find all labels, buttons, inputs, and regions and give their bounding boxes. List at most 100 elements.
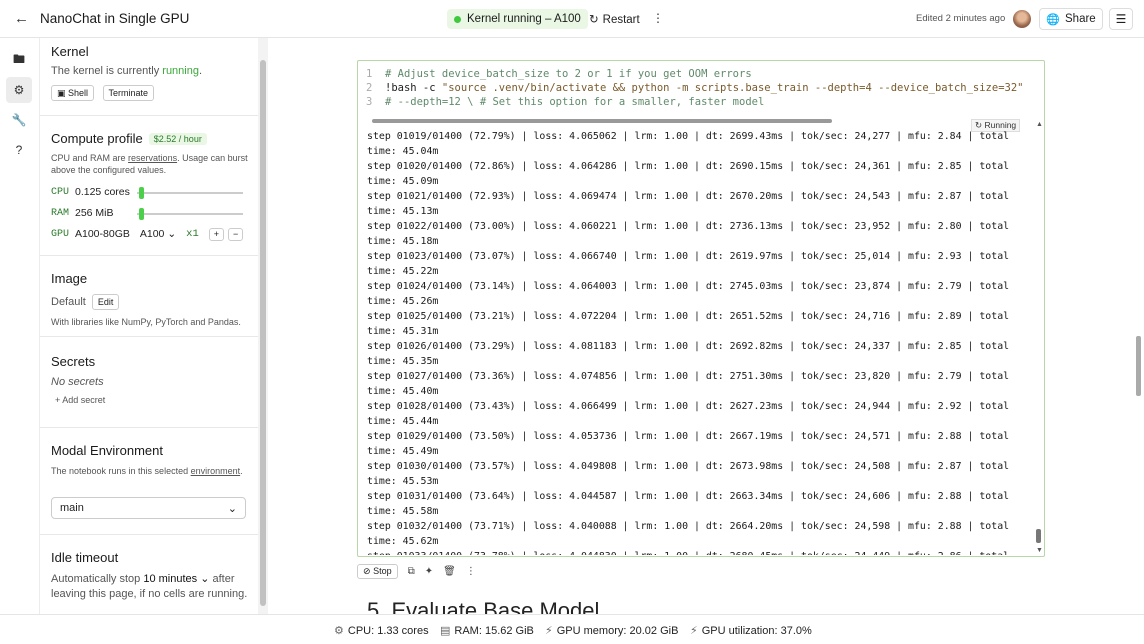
output-line: time: 45.35m	[367, 356, 439, 367]
output-line: step 01031/01400 (73.64%) | loss: 4.0445…	[367, 491, 1010, 502]
image-edit-button[interactable]: Edit	[91, 294, 120, 310]
back-arrow-icon[interactable]: ←	[14, 10, 29, 27]
environment-select[interactable]: main ⌄	[51, 497, 246, 519]
gpu-row: GPU A100-80GB A100 ⌄ x1 + −	[51, 227, 244, 241]
code-line-3: # --depth=12 \ # Set this option for a s…	[385, 96, 765, 108]
image-section: Image Default Edit With libraries like N…	[51, 271, 251, 328]
section-heading: 5. Evaluate Base Model	[367, 598, 600, 614]
output-line: time: 45.18m	[367, 236, 439, 247]
reservations-link[interactable]: reservations	[128, 153, 177, 163]
environment-section: Modal Environment The notebook runs in t…	[51, 443, 251, 477]
idle-timeout-select[interactable]: 10 minutes ⌄	[143, 573, 209, 585]
shell-button[interactable]: ▣ Shell	[51, 85, 95, 101]
status-gpu-memory: ⚡ GPU memory: 20.02 GiB	[545, 625, 679, 637]
output-line: time: 45.09m	[367, 176, 439, 187]
chevron-down-icon: ⌄	[167, 228, 177, 240]
copy-icon[interactable]: ⧉	[408, 566, 415, 577]
code-horizontal-scrollbar-thumb[interactable]	[372, 119, 832, 123]
code-editor[interactable]: 1 # Adjust device_batch_size to 2 or 1 i…	[358, 61, 1044, 117]
idle-heading: Idle timeout	[51, 550, 119, 565]
wrench-icon[interactable]: 🔧	[6, 107, 32, 133]
sparkle-icon[interactable]: ✦	[425, 566, 433, 577]
output-line: step 01021/01400 (72.93%) | loss: 4.0694…	[367, 191, 1010, 202]
code-line-1: # Adjust device_batch_size to 2 or 1 if …	[385, 68, 752, 80]
kernel-status-badge[interactable]: Kernel running – A100	[447, 9, 588, 29]
divider	[40, 255, 258, 256]
restart-button[interactable]: ↻ Restart	[589, 12, 640, 26]
cpu-row: CPU 0.125 cores	[51, 186, 130, 198]
cpu-value: 0.125 cores	[75, 186, 130, 198]
output-line: step 01033/01400 (73.78%) | loss: 4.0448…	[367, 549, 1034, 555]
output-line: step 01020/01400 (72.86%) | loss: 4.0642…	[367, 161, 1010, 172]
environment-description: The notebook runs in this selected envir…	[51, 466, 243, 476]
compute-section: Compute profile $2.52 / hour CPU and RAM …	[51, 131, 251, 176]
notebook-area: 1 # Adjust device_batch_size to 2 or 1 i…	[268, 38, 1144, 614]
kernel-state: running	[162, 65, 199, 77]
restart-icon: ↻	[589, 14, 599, 26]
globe-icon: 🌐	[1046, 13, 1060, 26]
secrets-section: Secrets No secrets + Add secret	[51, 354, 251, 406]
ram-slider-thumb[interactable]	[139, 208, 145, 220]
top-bar: ← NanoChat in Single GPU Kernel running …	[0, 0, 1144, 38]
output-scrollbar[interactable]: ▲ ▼	[1034, 121, 1044, 556]
output-line: time: 45.22m	[367, 266, 439, 277]
terminate-button[interactable]: Terminate	[102, 85, 155, 101]
status-ram: ▤ RAM: 15.62 GiB	[440, 625, 534, 637]
output-line: step 01030/01400 (73.57%) | loss: 4.0498…	[367, 461, 1010, 472]
gpu-increment-button[interactable]: +	[208, 227, 225, 241]
gpu-value: A100-80GB	[75, 228, 130, 240]
share-button[interactable]: 🌐 Share	[1039, 8, 1103, 30]
image-heading: Image	[51, 271, 88, 286]
output-line: step 01032/01400 (73.71%) | loss: 4.0400…	[367, 521, 1010, 532]
idle-section: Idle timeout Automatically stop 10 minut…	[51, 550, 251, 602]
scroll-down-icon[interactable]: ▼	[1036, 547, 1043, 554]
help-icon[interactable]: ?	[6, 137, 32, 163]
no-secrets-text: No secrets	[51, 376, 104, 388]
ram-value: 256 MiB	[75, 207, 114, 219]
kebab-icon[interactable]: ⋮	[466, 566, 476, 577]
kebab-icon[interactable]: ⋮	[652, 11, 664, 25]
output-line: step 01029/01400 (73.50%) | loss: 4.0537…	[367, 431, 1010, 442]
status-dot-icon	[454, 15, 461, 23]
add-secret-button[interactable]: + Add secret	[55, 394, 251, 406]
trash-icon[interactable]: 🗑	[443, 566, 456, 577]
notebook-scrollbar-thumb[interactable]	[1136, 336, 1141, 396]
output-line: step 01019/01400 (72.79%) | loss: 4.0650…	[367, 131, 1010, 142]
kernel-state-text: The kernel is currently running.	[51, 65, 203, 77]
stop-button[interactable]: ⊘ Stop	[357, 563, 398, 579]
kernel-heading: Kernel	[51, 44, 89, 59]
output-line: step 01027/01400 (73.36%) | loss: 4.0748…	[367, 371, 1010, 382]
compute-heading: Compute profile $2.52 / hour	[51, 131, 251, 146]
avatar[interactable]	[1013, 10, 1031, 28]
gpu-select[interactable]: A100 ⌄	[140, 228, 176, 240]
hamburger-icon[interactable]: ☰	[1109, 8, 1133, 30]
chevron-down-icon: ⌄	[227, 502, 237, 515]
code-horizontal-scrollbar[interactable]	[358, 117, 1044, 125]
environment-link[interactable]: environment	[191, 466, 241, 476]
code-cell[interactable]: 1 # Adjust device_batch_size to 2 or 1 i…	[357, 60, 1045, 557]
folder-icon[interactable]: 🖿	[6, 47, 32, 73]
cpu-chip-icon[interactable]: ⚙	[6, 77, 32, 103]
cell-toolbar: ⊘ Stop ⧉ ✦ 🗑 ⋮	[357, 563, 486, 579]
gpu-decrement-button[interactable]: −	[228, 227, 244, 241]
output-line: time: 45.44m	[367, 416, 439, 427]
ram-slider[interactable]	[137, 208, 243, 220]
sidebar-scrollbar-thumb[interactable]	[260, 60, 266, 606]
output-line: step 01022/01400 (73.00%) | loss: 4.0602…	[367, 221, 1010, 232]
idle-description: Automatically stop 10 minutes ⌄ after le…	[51, 573, 248, 600]
cpu-slider-thumb[interactable]	[139, 187, 145, 199]
chevron-down-icon: ⌄	[200, 573, 210, 585]
notebook-scrollbar[interactable]	[1133, 38, 1144, 614]
image-description: With libraries like NumPy, PyTorch and P…	[51, 317, 241, 327]
output-line: time: 45.31m	[367, 326, 439, 337]
status-cpu: ⚙ CPU: 1.33 cores	[334, 625, 429, 637]
output-scrollbar-thumb[interactable]	[1036, 529, 1041, 543]
output-line: time: 45.53m	[367, 476, 439, 487]
status-bar: ⚙ CPU: 1.33 cores ▤ RAM: 15.62 GiB ⚡ GPU me…	[0, 614, 1144, 644]
sidebar-scrollbar[interactable]	[258, 38, 268, 614]
memory-icon: ▤	[440, 625, 451, 637]
notebook-title[interactable]: NanoChat in Single GPU	[40, 11, 189, 26]
cpu-slider[interactable]	[137, 187, 243, 199]
scroll-up-icon[interactable]: ▲	[1036, 121, 1043, 128]
output-line: step 01023/01400 (73.07%) | loss: 4.0667…	[367, 251, 1010, 262]
